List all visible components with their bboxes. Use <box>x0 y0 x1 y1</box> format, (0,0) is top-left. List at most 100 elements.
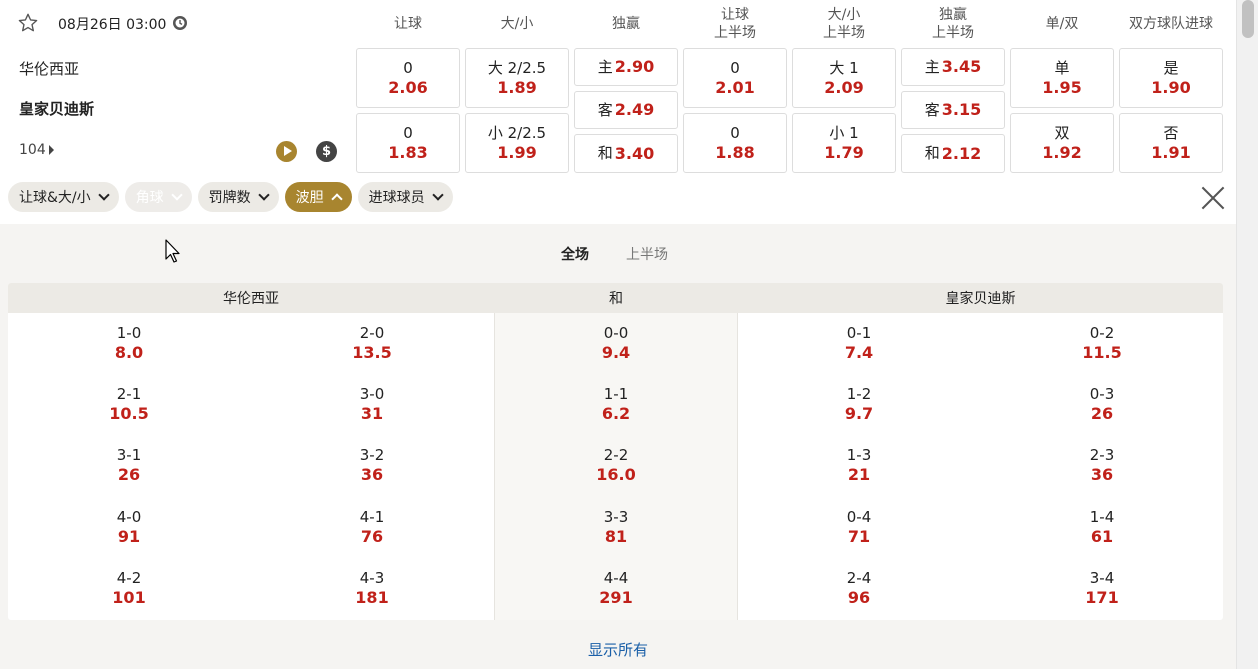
grid-header-away: 皇家贝迪斯 <box>738 283 1223 313</box>
odds-moneyline-home[interactable]: 主 2.90 <box>574 48 678 86</box>
score-label: 2-1 <box>116 385 142 404</box>
grid-header-home: 华伦西亚 <box>8 283 494 313</box>
score-cell[interactable]: 1-1 6.2 <box>556 384 676 424</box>
grid-header-draw: 和 <box>494 283 738 313</box>
odds-handicap-1h-away[interactable]: 0 1.88 <box>683 113 787 173</box>
odds-even[interactable]: 双 1.92 <box>1010 113 1114 173</box>
close-icon[interactable] <box>1201 186 1225 210</box>
score-cell[interactable]: 2-2 16.0 <box>556 445 676 485</box>
odds-handicap-1h-home[interactable]: 0 2.01 <box>683 48 787 108</box>
chevron-down-icon <box>257 189 270 201</box>
score-odd: 21 <box>847 465 871 485</box>
filter-label: 罚牌数 <box>208 190 251 206</box>
score-odd: 81 <box>604 526 628 546</box>
odds-moneyline-away[interactable]: 客 2.49 <box>574 91 678 129</box>
score-cell[interactable]: 0-4 71 <box>799 507 919 547</box>
score-odd: 36 <box>1090 465 1114 485</box>
score-label: 1-3 <box>846 446 872 465</box>
odds-total-under[interactable]: 小 2/2.5 1.99 <box>465 113 569 173</box>
score-cell[interactable]: 3-4 171 <box>1042 568 1162 608</box>
score-cell[interactable]: 3-3 81 <box>556 507 676 547</box>
score-label: 1-4 <box>1089 507 1115 526</box>
score-odd: 26 <box>117 465 141 485</box>
score-cell[interactable]: 0-1 7.4 <box>799 323 919 363</box>
odds-line: 和 <box>924 144 940 162</box>
score-cell[interactable]: 3-1 26 <box>69 445 189 485</box>
odds-total-1h-over[interactable]: 大 1 2.09 <box>792 48 896 108</box>
col-header-handicap: 让球 <box>356 4 460 44</box>
odds-value: 1.99 <box>497 142 537 162</box>
score-odd: 11.5 <box>1082 343 1122 362</box>
score-cell[interactable]: 0-2 11.5 <box>1042 323 1162 363</box>
odds-odd[interactable]: 单 1.95 <box>1010 48 1114 108</box>
scrollbar[interactable] <box>1236 0 1258 669</box>
correct-score-grid: 华伦西亚 和 皇家贝迪斯 1-0 8.0 2-1 10.5 3-1 26 4-0 91 4-2 1… <box>8 283 1223 620</box>
score-cell[interactable]: 4-1 76 <box>312 507 432 547</box>
score-cell[interactable]: 2-4 96 <box>799 568 919 608</box>
score-label: 2-2 <box>603 446 629 465</box>
score-label: 4-0 <box>116 507 142 526</box>
score-cell[interactable]: 2-3 36 <box>1042 445 1162 485</box>
odds-handicap-home[interactable]: 0 2.06 <box>356 48 460 108</box>
scrollbar-thumb[interactable] <box>1242 0 1254 38</box>
more-markets-link[interactable]: 104 <box>19 142 54 158</box>
filter-label: 进球球员 <box>368 190 425 206</box>
score-cell[interactable]: 4-4 291 <box>556 568 676 608</box>
odds-moneyline-1h-draw[interactable]: 和 2.12 <box>901 134 1005 173</box>
odds-moneyline-draw[interactable]: 和 3.40 <box>574 134 678 173</box>
score-label: 2-0 <box>359 324 385 342</box>
score-cell[interactable]: 4-0 91 <box>69 507 189 547</box>
col-header-total: 大/小 <box>465 4 569 44</box>
tab-first-half[interactable]: 上半场 <box>626 244 668 264</box>
show-all-link[interactable]: 显示所有 <box>0 639 1236 660</box>
tab-full-time[interactable]: 全场 <box>561 244 589 264</box>
odds-value: 3.40 <box>614 143 655 163</box>
score-cell[interactable]: 1-0 8.0 <box>69 323 189 363</box>
score-label: 4-1 <box>359 507 385 526</box>
chevron-up-icon <box>330 193 343 205</box>
filter-label: 让球&大/小 <box>19 190 91 206</box>
odds-moneyline-1h-away[interactable]: 客 3.15 <box>901 91 1005 129</box>
odds-moneyline-1h-home[interactable]: 主 3.45 <box>901 48 1005 86</box>
score-odd: 96 <box>847 587 871 607</box>
filter-handicap-total[interactable]: 让球&大/小 <box>8 182 119 212</box>
chevron-down-icon <box>97 189 110 201</box>
score-cell[interactable]: 2-0 13.5 <box>312 323 432 363</box>
score-cell[interactable]: 1-4 61 <box>1042 507 1162 547</box>
col-header-moneyline: 独赢 <box>574 4 678 44</box>
score-cell[interactable]: 1-2 9.7 <box>799 384 919 424</box>
filter-goalscorer[interactable]: 进球球员 <box>357 182 453 212</box>
odds-btts-yes[interactable]: 是 1.90 <box>1119 48 1223 108</box>
odds-total-over[interactable]: 大 2/2.5 1.89 <box>465 48 569 108</box>
odds-btts-no[interactable]: 否 1.91 <box>1119 113 1223 173</box>
odds-value: 2.90 <box>614 57 655 76</box>
score-cell[interactable]: 3-0 31 <box>312 384 432 424</box>
score-cell[interactable]: 3-2 36 <box>312 445 432 485</box>
score-cell[interactable]: 4-2 101 <box>69 568 189 608</box>
score-odd: 31 <box>360 404 384 424</box>
score-label: 2-4 <box>846 568 872 587</box>
score-cell[interactable]: 1-3 21 <box>799 445 919 485</box>
score-label: 0-0 <box>603 324 629 342</box>
filter-cards[interactable]: 罚牌数 <box>197 182 279 212</box>
odds-line: 双 <box>1054 123 1070 142</box>
score-odd: 26 <box>1090 404 1114 424</box>
cashout-icon[interactable]: $ <box>316 141 337 162</box>
odds-line: 客 <box>924 100 940 119</box>
match-datetime: 08月26日 03:00 <box>58 17 167 33</box>
favorite-star-icon[interactable] <box>17 12 39 34</box>
score-cell[interactable]: 0-0 9.4 <box>556 323 676 363</box>
score-cell[interactable]: 0-3 26 <box>1042 384 1162 424</box>
score-label: 1-1 <box>603 385 629 404</box>
odds-line: 客 <box>597 100 613 119</box>
score-label: 3-3 <box>603 507 629 526</box>
odds-line: 小 1 <box>829 123 859 142</box>
score-label: 4-2 <box>116 568 142 587</box>
odds-handicap-away[interactable]: 0 1.83 <box>356 113 460 173</box>
filter-correct-score[interactable]: 波胆 <box>284 182 352 212</box>
score-cell[interactable]: 2-1 10.5 <box>69 384 189 424</box>
live-stream-icon[interactable] <box>276 141 297 162</box>
odds-total-1h-under[interactable]: 小 1 1.79 <box>792 113 896 173</box>
score-cell[interactable]: 4-3 181 <box>312 568 432 608</box>
filter-label: 角球 <box>135 190 164 206</box>
